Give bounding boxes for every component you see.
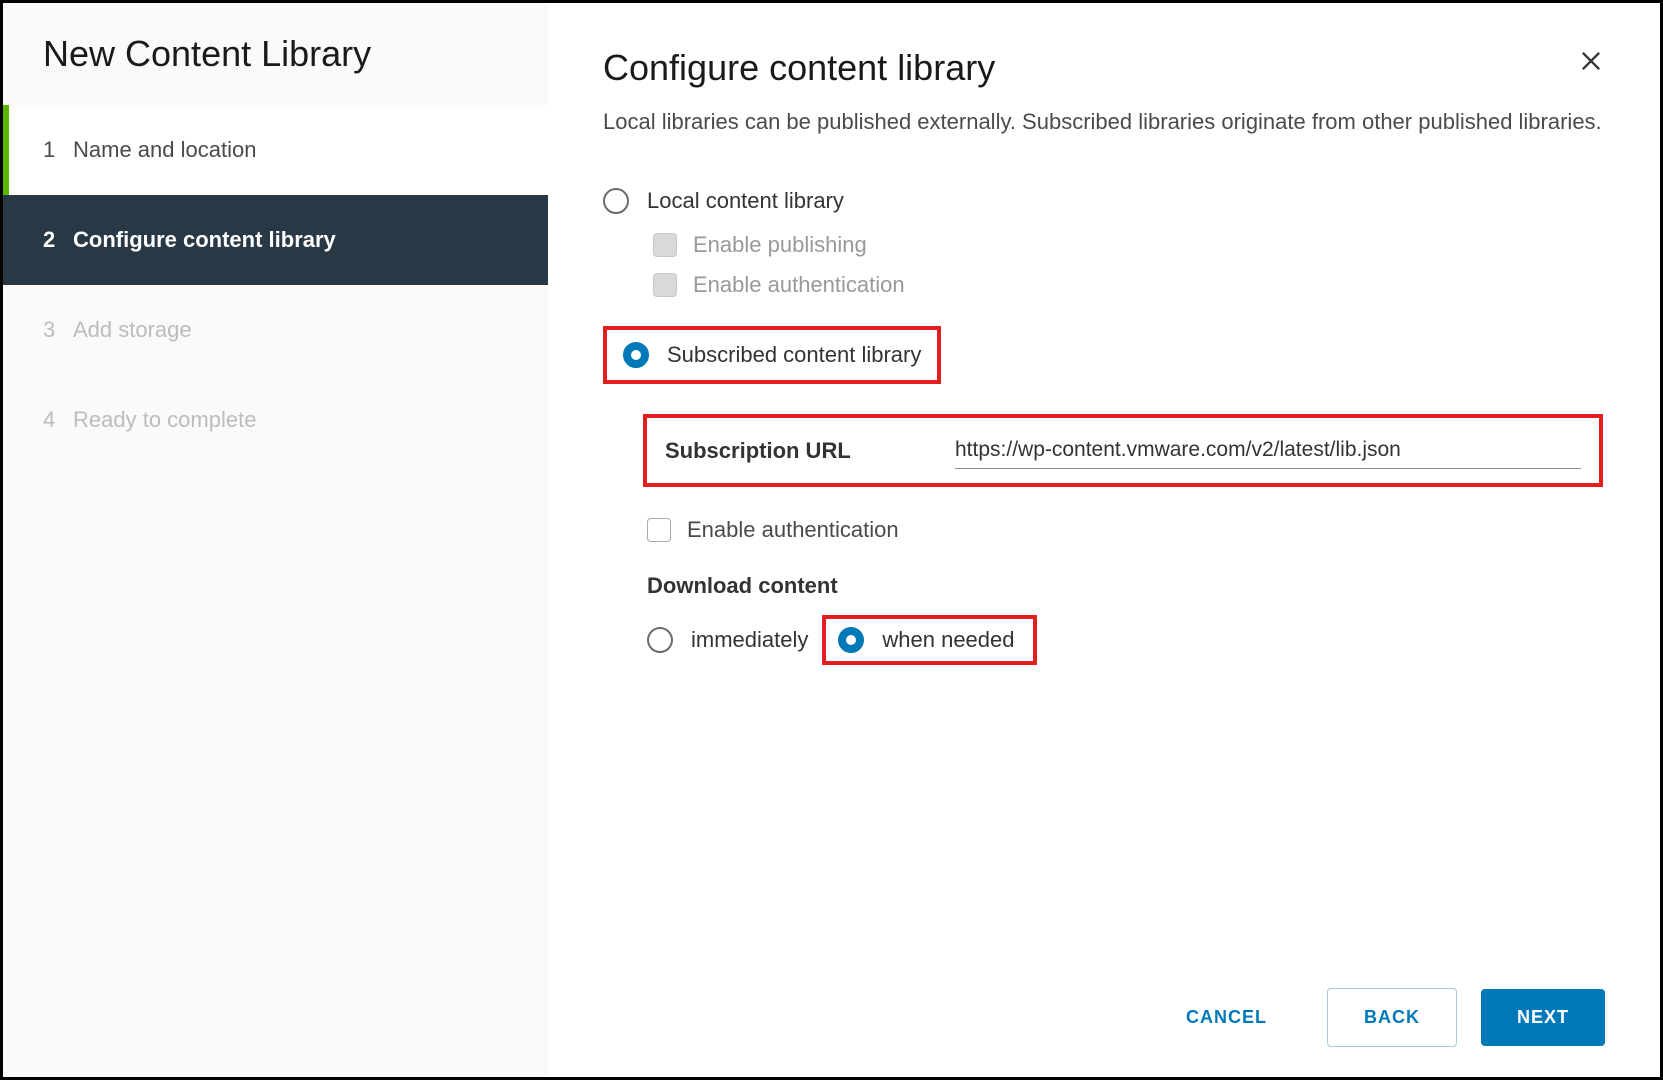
checkbox-enable-authentication-sub[interactable]: Enable authentication bbox=[647, 517, 1605, 543]
radio-icon[interactable] bbox=[603, 188, 629, 214]
wizard-main: Configure content library Local librarie… bbox=[548, 3, 1660, 1077]
radio-icon[interactable] bbox=[647, 627, 673, 653]
radio-label: immediately bbox=[691, 627, 808, 653]
step-number: 1 bbox=[43, 137, 73, 163]
radio-icon[interactable] bbox=[623, 342, 649, 368]
wizard-footer: CANCEL BACK NEXT bbox=[603, 964, 1605, 1047]
radio-label: when needed bbox=[882, 627, 1014, 653]
form-body: Local content library Enable publishing … bbox=[603, 188, 1605, 964]
subscription-url-input[interactable] bbox=[955, 432, 1581, 469]
new-content-library-wizard: New Content Library 1 Name and location … bbox=[0, 0, 1663, 1080]
highlight-subscribed-option: Subscribed content library bbox=[603, 326, 941, 384]
next-button[interactable]: NEXT bbox=[1481, 989, 1605, 1046]
wizard-sidebar: New Content Library 1 Name and location … bbox=[3, 3, 548, 1077]
step-ready-to-complete: 4 Ready to complete bbox=[3, 375, 548, 465]
radio-subscribed-content-library[interactable]: Subscribed content library bbox=[623, 342, 921, 368]
checkbox-icon bbox=[653, 233, 677, 257]
close-icon[interactable] bbox=[1577, 47, 1605, 80]
step-label: Configure content library bbox=[73, 227, 336, 253]
back-button[interactable]: BACK bbox=[1327, 988, 1457, 1047]
checkbox-icon bbox=[653, 273, 677, 297]
step-number: 2 bbox=[43, 227, 73, 253]
radio-immediately[interactable]: immediately bbox=[647, 627, 808, 653]
radio-when-needed[interactable]: when needed bbox=[838, 627, 1014, 653]
step-label: Ready to complete bbox=[73, 407, 256, 433]
step-name-and-location[interactable]: 1 Name and location bbox=[3, 105, 548, 195]
highlight-subscription-url: Subscription URL bbox=[643, 414, 1603, 487]
radio-label: Subscribed content library bbox=[667, 342, 921, 368]
highlight-when-needed: when needed bbox=[822, 615, 1036, 665]
page-title: Configure content library bbox=[603, 47, 995, 89]
checkbox-label: Enable publishing bbox=[693, 232, 867, 258]
step-label: Add storage bbox=[73, 317, 192, 343]
radio-icon[interactable] bbox=[838, 627, 864, 653]
step-number: 4 bbox=[43, 407, 73, 433]
step-add-storage: 3 Add storage bbox=[3, 285, 548, 375]
checkbox-enable-authentication-local: Enable authentication bbox=[653, 272, 1605, 298]
step-list: 1 Name and location 2 Configure content … bbox=[3, 105, 548, 465]
subscription-url-label: Subscription URL bbox=[665, 438, 955, 464]
download-content-label: Download content bbox=[647, 573, 1605, 599]
checkbox-label: Enable authentication bbox=[687, 517, 899, 543]
radio-label: Local content library bbox=[647, 188, 844, 214]
checkbox-icon[interactable] bbox=[647, 518, 671, 542]
step-configure-content-library[interactable]: 2 Configure content library bbox=[3, 195, 548, 285]
checkbox-label: Enable authentication bbox=[693, 272, 905, 298]
download-content-group: immediately when needed bbox=[647, 615, 1605, 665]
sidebar-title: New Content Library bbox=[3, 33, 548, 105]
header-row: Configure content library bbox=[603, 47, 1605, 105]
radio-local-content-library[interactable]: Local content library bbox=[603, 188, 1605, 214]
checkbox-enable-publishing: Enable publishing bbox=[653, 232, 1605, 258]
step-number: 3 bbox=[43, 317, 73, 343]
page-description: Local libraries can be published externa… bbox=[603, 105, 1603, 138]
cancel-button[interactable]: CANCEL bbox=[1150, 989, 1303, 1046]
step-label: Name and location bbox=[73, 137, 256, 163]
